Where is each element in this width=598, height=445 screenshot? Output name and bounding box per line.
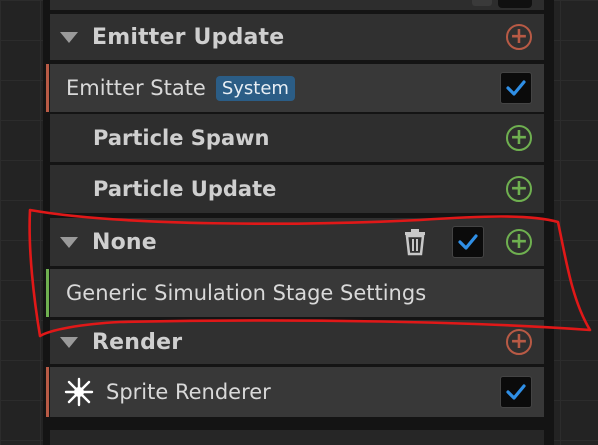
stub-control: [472, 0, 492, 6]
add-renderer-plus-icon[interactable]: +: [506, 329, 532, 355]
top-row-stub: [50, 0, 544, 10]
section-none-stage[interactable]: None +: [50, 218, 544, 266]
stage-title: Particle Update: [93, 177, 277, 201]
stage-particle-spawn[interactable]: Particle Spawn +: [50, 114, 544, 162]
add-module-plus-icon[interactable]: +: [506, 24, 532, 50]
checkmark-icon: [458, 234, 478, 250]
add-module-plus-icon[interactable]: +: [506, 176, 532, 202]
module-generic-simulation-stage-settings[interactable]: Generic Simulation Stage Settings: [46, 269, 544, 317]
renderer-sprite[interactable]: Sprite Renderer: [46, 367, 544, 417]
add-module-plus-icon[interactable]: +: [506, 125, 532, 151]
collapse-triangle-icon[interactable]: [60, 31, 78, 43]
trash-icon[interactable]: [402, 228, 428, 256]
section-title: None: [92, 229, 157, 255]
next-row-stub: [50, 430, 544, 445]
add-module-plus-icon[interactable]: +: [506, 229, 532, 255]
collapse-triangle-icon[interactable]: [60, 336, 78, 348]
section-render[interactable]: Render +: [50, 320, 544, 364]
section-title: Emitter Update: [92, 24, 285, 50]
checkmark-icon: [506, 384, 526, 400]
module-label: Sprite Renderer: [106, 380, 271, 404]
checkmark-icon: [506, 80, 526, 96]
system-badge: System: [215, 75, 295, 101]
stub-checkbox: [498, 0, 532, 8]
module-accent-bar: [46, 269, 49, 317]
module-label: Generic Simulation Stage Settings: [66, 281, 427, 305]
sparkle-icon: [64, 377, 94, 407]
stage-particle-update[interactable]: Particle Update +: [50, 165, 544, 213]
section-title: Render: [92, 329, 183, 355]
enable-checkbox[interactable]: [452, 226, 484, 258]
module-accent-bar: [46, 64, 49, 112]
collapse-triangle-icon[interactable]: [60, 236, 78, 248]
enable-checkbox[interactable]: [500, 376, 532, 408]
enable-checkbox[interactable]: [500, 72, 532, 104]
section-emitter-update[interactable]: Emitter Update +: [50, 14, 544, 60]
module-emitter-state[interactable]: Emitter State System: [46, 64, 544, 112]
module-label: Emitter State: [66, 76, 206, 100]
stage-title: Particle Spawn: [93, 126, 270, 150]
module-accent-bar: [46, 367, 49, 417]
